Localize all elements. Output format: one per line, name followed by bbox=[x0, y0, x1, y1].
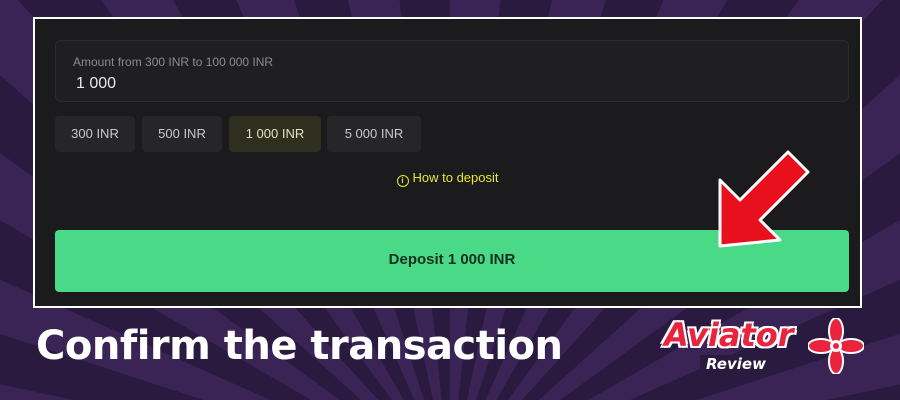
caption-title: Confirm the transaction bbox=[36, 323, 563, 369]
logo-word: Aviator bbox=[664, 316, 794, 354]
info-circle-icon: i bbox=[396, 175, 409, 187]
logo-sub: Review bbox=[700, 355, 772, 373]
preset-1000-button[interactable]: 1 000 INR bbox=[229, 116, 321, 152]
how-to-deposit-label: How to deposit bbox=[412, 170, 499, 185]
propeller-icon bbox=[808, 318, 864, 374]
preset-5000-button[interactable]: 5 000 INR bbox=[327, 116, 421, 152]
amount-placeholder: Amount from 300 INR to 100 000 INR bbox=[73, 55, 274, 69]
amount-value[interactable]: 1 000 bbox=[76, 75, 116, 93]
preset-300-button[interactable]: 300 INR bbox=[55, 116, 135, 152]
amount-input[interactable]: Amount from 300 INR to 100 000 INR 1 000 bbox=[55, 40, 849, 102]
red-arrow-icon bbox=[718, 150, 810, 248]
aviator-review-logo: Aviator Review bbox=[660, 316, 870, 386]
preset-500-button[interactable]: 500 INR bbox=[142, 116, 222, 152]
